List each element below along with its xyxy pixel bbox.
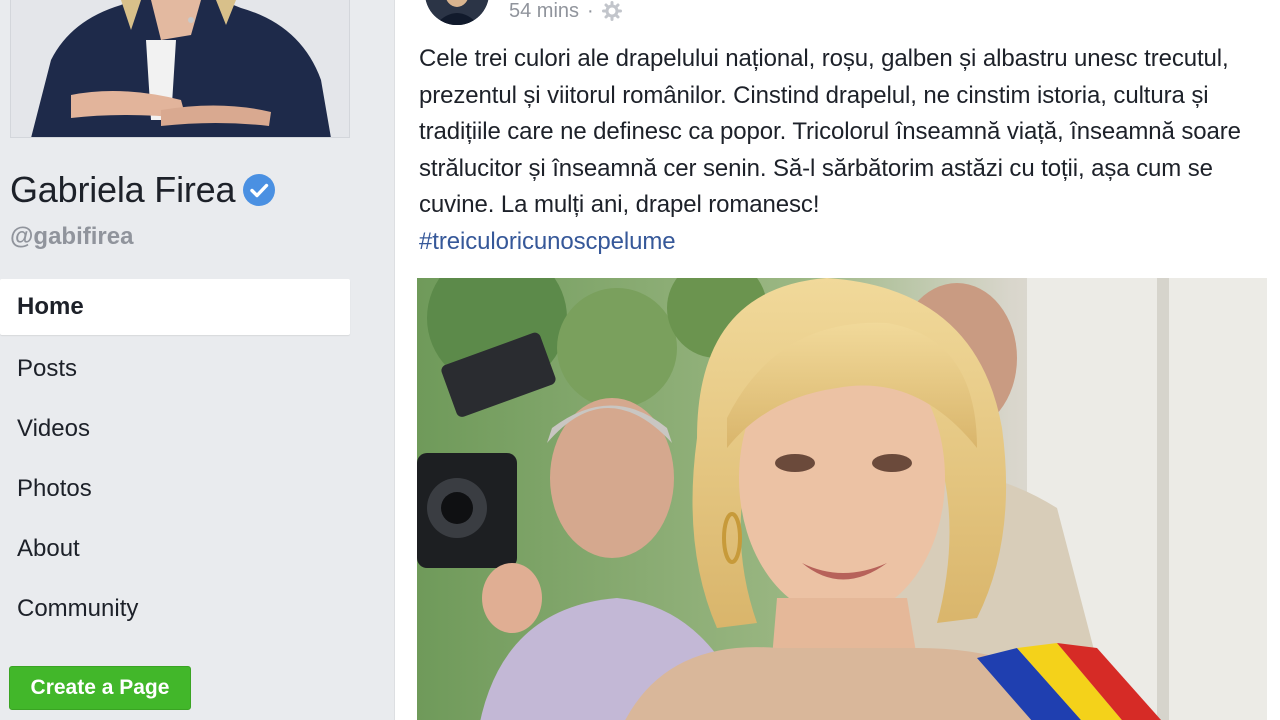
post-body: Cele trei culori ale drapelului național… — [419, 41, 1269, 260]
nav-item-about[interactable]: About — [0, 519, 350, 579]
page-handle[interactable]: @gabifirea — [10, 220, 133, 254]
post-message: Cele trei culori ale drapelului național… — [419, 45, 1241, 218]
post-hashtag-link[interactable]: #treiculoricunoscpelume — [419, 224, 1269, 261]
post-author-avatar[interactable] — [425, 0, 489, 25]
page-nav: Home Posts Videos Photos About Community — [0, 279, 350, 639]
page-name-row: Gabriela Firea — [10, 166, 276, 214]
nav-item-community[interactable]: Community — [0, 579, 350, 639]
nav-item-videos[interactable]: Videos — [0, 399, 350, 459]
nav-item-photos[interactable]: Photos — [0, 459, 350, 519]
post-card: 54 mins · Cele trei culori ale drapelulu… — [394, 0, 1280, 720]
page-sidebar: Gabriela Firea @gabifirea Home Posts Vid… — [0, 0, 370, 720]
post-photo[interactable] — [417, 278, 1267, 720]
meta-separator: · — [587, 0, 594, 22]
post-timestamp[interactable]: 54 mins — [509, 0, 579, 23]
profile-photo[interactable] — [10, 0, 350, 138]
page-name[interactable]: Gabriela Firea — [10, 166, 235, 214]
post-meta: 54 mins · — [509, 0, 622, 25]
create-page-button[interactable]: Create a Page — [9, 666, 191, 710]
nav-item-home[interactable]: Home — [0, 279, 350, 335]
verified-badge-icon — [243, 174, 276, 206]
globe-icon[interactable] — [601, 1, 622, 21]
nav-item-posts[interactable]: Posts — [0, 339, 350, 399]
